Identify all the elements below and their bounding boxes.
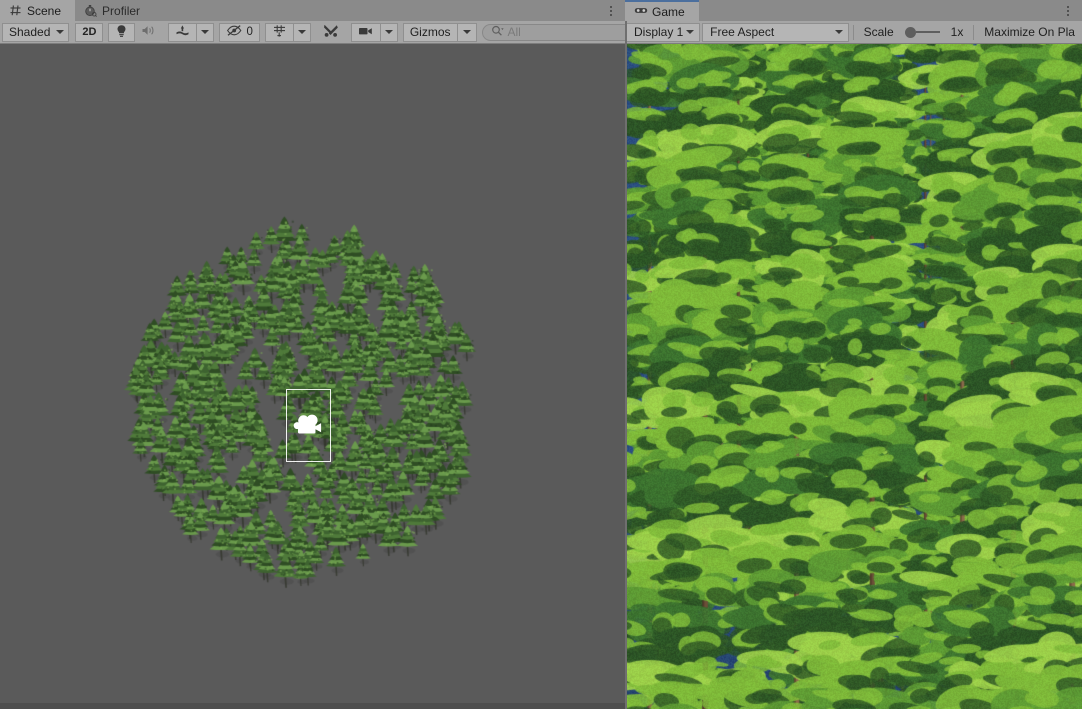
scene-hidden-objects-button[interactable]: 0 [219,22,260,42]
tab-profiler[interactable]: Profiler [75,0,154,21]
scene-search-placeholder: All [507,25,521,39]
chevron-down-icon [686,30,695,34]
game-maximize-on-play-button[interactable]: Maximize On Pla [977,25,1082,39]
game-scale-label: Scale [863,25,894,39]
gizmos-button[interactable]: Gizmos [402,22,458,42]
speaker-icon [141,24,156,40]
scene-fx-button[interactable] [168,22,198,42]
scene-tools-button[interactable] [316,23,346,42]
chevron-down-icon [462,30,471,34]
scene-tab-bar: Scene Profiler [0,0,625,21]
gamepad-icon [634,5,648,18]
toggle-2d-button[interactable]: 2D [75,22,104,42]
game-toolbar: Display 1 Free Aspect Scale 1x Maximize … [625,21,1082,44]
unity-editor-window: Scene Profiler Shaded 2D 0 Gizmos All Ga… [0,0,1082,709]
game-scale-value: 1x [950,25,964,39]
scene-grid-toggle[interactable] [264,22,294,42]
scene-draw-mode-label: Shaded [9,25,51,39]
stopwatch-icon [84,4,97,17]
scene-viewport[interactable] [0,44,625,709]
game-aspect-dropdown[interactable]: Free Aspect [702,22,849,42]
scene-grid-dropdown[interactable] [292,22,311,42]
slider-track [915,31,940,33]
tab-scene[interactable]: Scene [0,0,76,21]
scene-camera-dropdown[interactable] [379,22,398,42]
tools-icon [323,23,339,41]
slider-knob-icon [904,26,916,38]
toggle-2d-label: 2D [82,26,97,38]
tab-game-label: Game [652,4,685,19]
game-tab-bar: Game [625,0,1082,21]
scene-camera-icon [358,25,374,40]
panel-splitter[interactable] [625,21,627,709]
scene-lighting-toggle[interactable] [108,22,136,42]
grid-visibility-icon [272,24,287,41]
game-toolbar-separator [852,24,854,40]
game-display-label: Display 1 [634,25,684,39]
scene-render-canvas [0,44,625,709]
eye-slash-icon [226,24,243,40]
scene-panel: Scene Profiler Shaded 2D 0 Gizmos All [0,0,625,709]
scene-grid-icon [9,4,22,17]
game-viewport[interactable] [625,44,1082,709]
game-panel-menu-icon[interactable] [1060,0,1076,21]
scene-hidden-count: 0 [246,26,253,38]
chevron-down-icon [201,30,210,34]
game-panel: Game Display 1 Free Aspect Scale 1x Maxi… [625,0,1082,709]
chevron-down-icon [384,30,393,34]
tab-profiler-label: Profiler [102,3,141,18]
chevron-down-icon [297,30,306,34]
scene-camera-button[interactable] [350,22,381,42]
tab-game[interactable]: Game [625,0,699,21]
lightbulb-icon [115,24,128,41]
scene-search-input[interactable]: All [481,23,625,41]
game-toolbar-separator-2 [973,24,975,40]
game-aspect-label: Free Aspect [710,25,775,39]
chevron-down-icon [834,30,843,34]
chevron-down-icon [56,30,65,34]
game-display-dropdown[interactable]: Display 1 [626,22,701,42]
gizmos-dropdown[interactable] [456,22,477,42]
scene-audio-toggle[interactable] [134,23,163,42]
game-render-canvas [625,44,1082,709]
search-icon [491,25,504,40]
scene-toolbar: Shaded 2D 0 Gizmos All [0,21,625,44]
scene-fx-dropdown[interactable] [196,22,215,42]
tab-scene-label: Scene [27,3,62,18]
effects-icon [175,24,190,41]
gizmos-label: Gizmos [409,25,451,39]
scene-draw-mode-dropdown[interactable]: Shaded [2,22,70,42]
scene-bottom-strip [0,703,625,709]
scene-panel-menu-icon[interactable] [603,0,619,21]
game-scale-slider[interactable] [901,26,944,38]
